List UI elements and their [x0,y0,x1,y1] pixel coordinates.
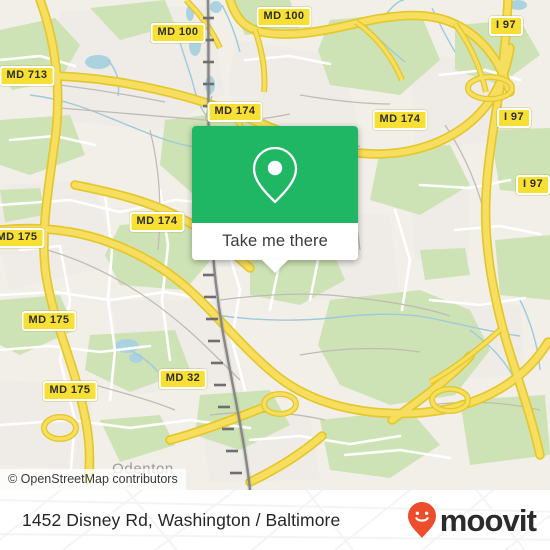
road-shield: MD 175 [0,228,45,248]
road-shield: MD 174 [207,102,263,122]
road-shield: MD 100 [150,23,206,43]
road-shield: MD 100 [256,7,312,27]
map-canvas[interactable]: MD 100 MD 100 MD 713 I 97 MD 174 MD 174 I 97 I … [0,0,550,490]
road-shield: MD 32 [158,369,208,389]
road-shield: MD 174 [372,110,428,130]
footer-bar: 1452 Disney Rd, Washington / Baltimore m… [0,490,550,550]
popup-pointer [262,260,288,273]
destination-popup-card[interactable]: Take me there [192,126,358,273]
road-shield: I 97 [497,108,531,128]
road-shield: MD 175 [21,311,77,331]
osm-attribution[interactable]: © OpenStreetMap contributors [0,469,186,490]
popup-header [192,126,358,223]
map-pin-outline-icon [252,146,298,203]
road-shield: MD 174 [129,212,185,232]
popup-action-bar[interactable]: Take me there [192,223,358,273]
footer-content: 1452 Disney Rd, Washington / Baltimore m… [0,490,550,550]
moovit-logo[interactable]: moovit [407,501,537,539]
moovit-pin-icon [407,502,436,538]
road-shield: I 97 [516,175,550,195]
address-label: 1452 Disney Rd, Washington / Baltimore [22,509,341,530]
road-shield: MD 713 [0,66,55,86]
take-me-there-label: Take me there [222,232,328,250]
moovit-map-screen: MD 100 MD 100 MD 713 I 97 MD 174 MD 174 I 97 I … [0,0,550,550]
moovit-wordmark: moovit [439,502,537,538]
road-shield: I 97 [489,16,523,36]
road-shield: MD 175 [42,381,98,401]
